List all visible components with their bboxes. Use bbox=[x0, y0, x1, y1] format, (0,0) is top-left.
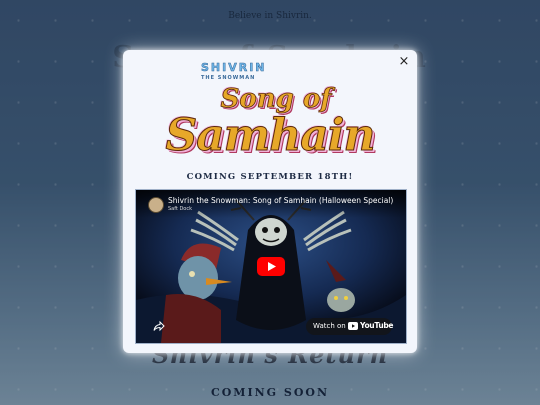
release-date-text: COMING SEPTEMBER 18TH! bbox=[186, 172, 354, 182]
announcement-modal: × SHIVRIN THE SNOWMAN Song of Samhain CO… bbox=[123, 50, 417, 353]
close-icon[interactable]: × bbox=[397, 55, 411, 69]
youtube-wordmark: YouTube bbox=[360, 321, 394, 330]
channel-avatar[interactable] bbox=[148, 197, 164, 213]
watch-on-youtube-button[interactable]: Watch on YouTube bbox=[306, 318, 394, 335]
song-of-samhain-logo: SHIVRIN THE SNOWMAN Song of Samhain bbox=[163, 56, 377, 174]
play-icon[interactable] bbox=[257, 257, 285, 276]
watch-on-label: Watch on bbox=[313, 322, 346, 330]
video-title[interactable]: Shivrin the Snowman: Song of Samhain (Ha… bbox=[168, 196, 402, 205]
youtube-embed[interactable]: Shivrin the Snowman: Song of Samhain (Ha… bbox=[135, 189, 407, 344]
video-title-bar: Shivrin the Snowman: Song of Samhain (Ha… bbox=[136, 190, 406, 218]
logo-small-subtitle: THE SNOWMAN bbox=[201, 75, 256, 81]
youtube-logo-icon bbox=[348, 322, 358, 330]
video-channel[interactable]: Saft Dock bbox=[168, 206, 192, 212]
logo-line-2: Samhain bbox=[165, 110, 376, 162]
share-icon[interactable] bbox=[153, 320, 165, 332]
logo-shivrin-wordmark: SHIVRIN THE SNOWMAN bbox=[201, 62, 267, 84]
